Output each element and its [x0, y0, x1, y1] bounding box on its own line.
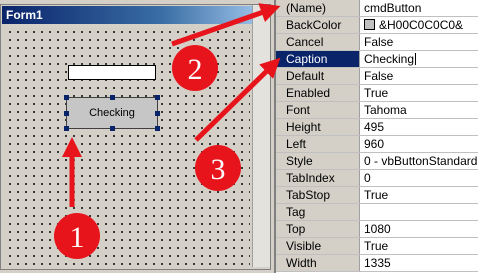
form-designer-window: Form1 Checking: [0, 4, 271, 270]
property-value[interactable]: 1335: [362, 255, 478, 271]
property-value-text: Checking: [364, 52, 415, 66]
resize-handle-bottom[interactable]: [110, 126, 115, 131]
property-name[interactable]: Visible: [276, 238, 360, 254]
property-name[interactable]: Top: [276, 221, 360, 237]
property-value-text: &H00C0C0C0&: [379, 18, 464, 32]
property-value[interactable]: 1080: [362, 221, 478, 237]
property-value-text: Tahoma: [364, 103, 407, 117]
resize-handle-left[interactable]: [64, 111, 69, 116]
property-row[interactable]: Top 1080: [276, 221, 478, 238]
property-value-text: 960: [364, 137, 385, 151]
property-value-text: True: [364, 239, 389, 253]
property-name[interactable]: Tag: [276, 204, 360, 220]
property-value[interactable]: Tahoma: [362, 102, 478, 118]
form-canvas[interactable]: Checking: [4, 26, 250, 265]
resize-handle-bottom-right[interactable]: [155, 126, 160, 131]
property-row[interactable]: TabIndex 0: [276, 170, 478, 187]
property-row[interactable]: Enabled True: [276, 85, 478, 102]
property-value-text: 1080: [364, 222, 391, 236]
property-row[interactable]: Default False: [276, 68, 478, 85]
property-name[interactable]: Default: [276, 68, 360, 84]
color-swatch-icon: [364, 19, 375, 30]
property-name[interactable]: Caption: [276, 51, 360, 67]
property-value-text: True: [364, 86, 389, 100]
property-value[interactable]: &H00C0C0C0&: [362, 17, 478, 33]
property-name[interactable]: Width: [276, 255, 360, 271]
text-caret: [415, 53, 417, 65]
property-row[interactable]: Style 0 - vbButtonStandard: [276, 153, 478, 170]
command-button[interactable]: Checking: [66, 97, 158, 129]
form-scrollbar[interactable]: [252, 5, 270, 267]
property-value[interactable]: 495: [362, 119, 478, 135]
property-name[interactable]: TabIndex: [276, 170, 360, 186]
property-name[interactable]: Style: [276, 153, 360, 169]
property-value[interactable]: [362, 204, 478, 220]
property-row[interactable]: TabStop True: [276, 187, 478, 204]
property-value[interactable]: True: [362, 187, 478, 203]
property-value-text: 495: [364, 120, 385, 134]
property-row[interactable]: Tag: [276, 204, 478, 221]
property-value[interactable]: True: [362, 238, 478, 254]
property-value[interactable]: 960: [362, 136, 478, 152]
property-name[interactable]: Enabled: [276, 85, 360, 101]
property-row[interactable]: (Name) cmdButton: [276, 0, 478, 17]
property-value[interactable]: 0 - vbButtonStandard: [362, 153, 478, 169]
property-value[interactable]: False: [362, 34, 478, 50]
resize-handle-top-right[interactable]: [155, 95, 160, 100]
property-row[interactable]: Visible True: [276, 238, 478, 255]
property-row[interactable]: Font Tahoma: [276, 102, 478, 119]
textbox-control[interactable]: [68, 65, 156, 80]
resize-handle-right[interactable]: [155, 111, 160, 116]
property-row[interactable]: Width 1335: [276, 255, 478, 272]
property-row[interactable]: BackColor &H00C0C0C0&: [276, 17, 478, 34]
property-value-editor[interactable]: Checking: [362, 51, 478, 67]
property-name[interactable]: (Name): [276, 0, 360, 16]
property-name[interactable]: TabStop: [276, 187, 360, 203]
property-value-text: 1335: [364, 256, 391, 270]
property-row[interactable]: Height 495: [276, 119, 478, 136]
property-name[interactable]: Height: [276, 119, 360, 135]
command-button-caption: Checking: [89, 107, 135, 119]
resize-handle-bottom-left[interactable]: [64, 126, 69, 131]
property-name[interactable]: BackColor: [276, 17, 360, 33]
property-name[interactable]: Font: [276, 102, 360, 118]
property-value-text: True: [364, 188, 389, 202]
property-value[interactable]: 0: [362, 170, 478, 186]
property-value-text: False: [364, 35, 394, 49]
property-name[interactable]: Cancel: [276, 34, 360, 50]
resize-handle-top[interactable]: [110, 95, 115, 100]
property-row[interactable]: Caption Checking: [276, 51, 478, 68]
property-value-text: cmdButton: [364, 1, 422, 15]
form-title: Form1: [2, 6, 269, 24]
property-value-text: False: [364, 69, 394, 83]
property-row[interactable]: Cancel False: [276, 34, 478, 51]
property-row[interactable]: Left 960: [276, 136, 478, 153]
property-name[interactable]: Left: [276, 136, 360, 152]
property-value-text: 0 - vbButtonStandard: [364, 154, 478, 168]
property-value[interactable]: True: [362, 85, 478, 101]
property-value[interactable]: False: [362, 68, 478, 84]
property-value-text: 0: [364, 171, 371, 185]
properties-grid: (Name) cmdButton BackColor &H00C0C0C0& Cance…: [274, 0, 478, 273]
resize-handle-top-left[interactable]: [64, 95, 69, 100]
property-value[interactable]: cmdButton: [362, 0, 478, 16]
